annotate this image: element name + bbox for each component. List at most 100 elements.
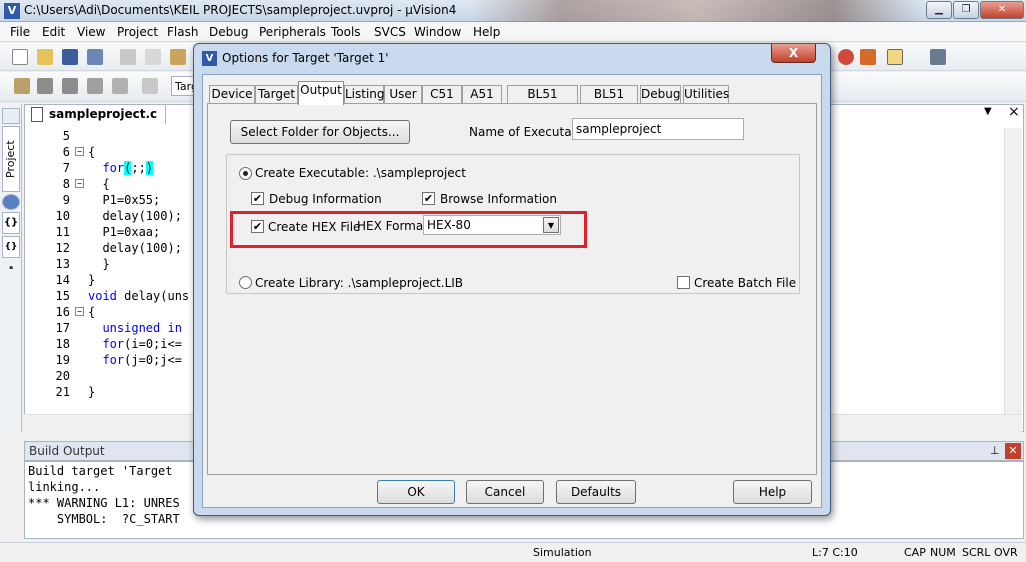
tab-bl51-locate[interactable]: BL51 Locate: [507, 85, 578, 118]
rebuild-icon[interactable]: [62, 78, 78, 94]
editor-tab-sampleproject[interactable]: sampleproject.c: [24, 104, 166, 124]
background-photo-strip: [470, 0, 925, 22]
line-number: 10: [55, 209, 70, 223]
code-text: P1=0xaa;: [88, 225, 161, 239]
line-number: 19: [55, 353, 70, 367]
editor-vertical-scrollbar[interactable]: [1004, 128, 1022, 414]
new-file-icon[interactable]: [12, 49, 28, 65]
start-stop-debug-icon[interactable]: [838, 49, 854, 65]
tab-listing[interactable]: Listing: [344, 85, 385, 104]
fold-toggle-icon[interactable]: −: [75, 147, 84, 156]
save-icon[interactable]: [62, 49, 78, 65]
code-text: for(;;): [102, 161, 154, 175]
create-batch-checkbox[interactable]: [677, 276, 690, 289]
debug-info-checkbox[interactable]: ✔: [251, 192, 264, 205]
line-number: 7: [62, 161, 70, 175]
menu-window[interactable]: Window: [414, 25, 461, 39]
save-all-icon[interactable]: [87, 49, 103, 65]
fold-toggle-icon[interactable]: −: [75, 179, 84, 188]
create-batch-label: Create Batch File: [694, 276, 797, 290]
menu-debug[interactable]: Debug: [209, 25, 248, 39]
tab-c51[interactable]: C51: [422, 85, 462, 104]
browse-info-checkbox[interactable]: ✔: [422, 192, 435, 205]
build-icon[interactable]: [37, 78, 53, 94]
create-executable-label: Create Executable: .\sampleproject: [255, 166, 466, 180]
line-number: 15: [55, 289, 70, 303]
build-output-close-icon[interactable]: ✕: [1005, 443, 1021, 459]
menu-project[interactable]: Project: [117, 25, 158, 39]
status-scrl: SCRL: [962, 546, 991, 559]
maximize-button[interactable]: ❐: [953, 1, 979, 19]
translate-icon[interactable]: [14, 78, 30, 94]
select-folder-button[interactable]: Select Folder for Objects...: [230, 120, 410, 144]
options-for-target-dialog: V Options for Target 'Target 1' X Device…: [193, 43, 831, 516]
status-num: NUM: [930, 546, 956, 559]
functions-tab[interactable]: {}: [2, 212, 20, 234]
uvision-app-icon: V: [4, 3, 20, 19]
menu-tools[interactable]: Tools: [331, 25, 361, 39]
line-number: 17: [55, 321, 70, 335]
tab-user[interactable]: User: [384, 85, 422, 104]
create-library-label: Create Library: .\sampleproject.LIB: [255, 276, 464, 290]
code-text: {: [88, 305, 96, 319]
line-number: 20: [55, 369, 70, 383]
code-text: for(j=0;j<=: [102, 353, 182, 367]
code-text: }: [88, 385, 96, 399]
tab-utilities[interactable]: Utilities: [683, 85, 729, 104]
tab-target[interactable]: Target: [255, 85, 298, 104]
menu-edit[interactable]: Edit: [42, 25, 65, 39]
close-window-button[interactable]: ✕: [980, 1, 1024, 19]
tab-bl51-misc[interactable]: BL51 Misc: [580, 85, 638, 118]
stop-build-icon[interactable]: [112, 78, 128, 94]
status-cursor-position: L:7 C:10: [812, 546, 858, 559]
line-number: 5: [62, 129, 70, 143]
editor-close-icon[interactable]: ×: [1008, 104, 1020, 120]
fold-toggle-icon[interactable]: −: [75, 307, 84, 316]
menu-file[interactable]: File: [10, 25, 30, 39]
copy-icon[interactable]: [145, 49, 161, 65]
batch-build-icon[interactable]: [87, 78, 103, 94]
create-executable-radio[interactable]: [239, 167, 252, 180]
cancel-button[interactable]: Cancel: [466, 480, 544, 504]
templates-tab[interactable]: {}ₐ: [2, 236, 20, 272]
build-line: linking...: [28, 480, 101, 494]
line-number: 21: [55, 385, 70, 399]
tab-debug[interactable]: Debug: [640, 85, 681, 104]
c-file-icon: [31, 107, 43, 122]
menu-svcs[interactable]: SVCS: [374, 25, 406, 39]
code-area[interactable]: 5 6−{7 for(;;) 8− {9 P1=0x55; 10 delay(100)…: [24, 128, 192, 414]
menu-flash[interactable]: Flash: [167, 25, 198, 39]
dialog-tab-bar: Device Target Output Listing User C51 A5…: [203, 81, 823, 118]
menu-view[interactable]: View: [77, 25, 105, 39]
window-layout-icon[interactable]: [887, 49, 903, 65]
project-window-icon[interactable]: [2, 108, 20, 124]
code-text: delay(100);: [88, 241, 182, 255]
menu-peripherals[interactable]: Peripherals: [259, 25, 326, 39]
ok-button[interactable]: OK: [377, 480, 455, 504]
highlight-box: [230, 211, 587, 248]
insert-breakpoint-icon[interactable]: [860, 49, 876, 65]
code-text: {: [88, 145, 96, 159]
dialog-close-button[interactable]: X: [771, 44, 816, 63]
cut-icon[interactable]: [120, 49, 136, 65]
create-library-radio[interactable]: [239, 276, 252, 289]
line-number: 16: [55, 305, 70, 319]
books-icon[interactable]: [2, 194, 20, 210]
pin-icon[interactable]: ⊥: [990, 444, 1000, 457]
tab-output[interactable]: Output: [298, 81, 344, 105]
project-tab[interactable]: Project: [2, 126, 20, 192]
open-folder-icon[interactable]: [37, 49, 53, 65]
paste-icon[interactable]: [170, 49, 186, 65]
line-number: 6: [62, 145, 70, 159]
defaults-button[interactable]: Defaults: [556, 480, 636, 504]
tab-device[interactable]: Device: [209, 85, 255, 104]
configure-wrench-icon[interactable]: [930, 49, 946, 65]
minimize-button[interactable]: ▁: [926, 1, 952, 19]
load-icon[interactable]: [142, 78, 158, 94]
menu-help[interactable]: Help: [473, 25, 500, 39]
editor-tab-dropdown-icon[interactable]: ▼: [984, 106, 992, 117]
tab-a51[interactable]: A51: [462, 85, 502, 104]
help-button[interactable]: Help: [733, 480, 812, 504]
status-caps: CAP: [904, 546, 926, 559]
exe-name-input[interactable]: sampleproject: [572, 118, 744, 140]
